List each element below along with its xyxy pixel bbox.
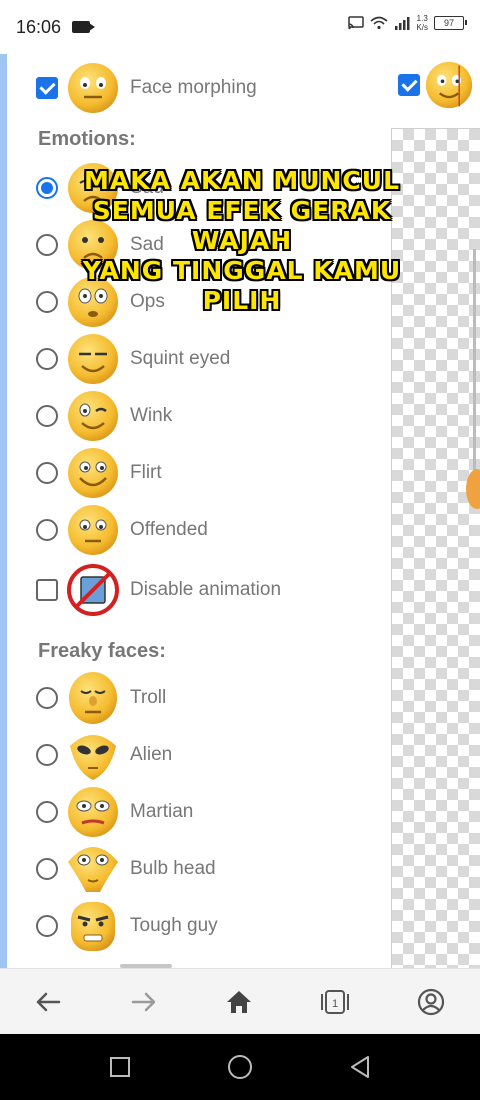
freaky-face-label: Tough guy [130,915,218,936]
emotion-radio[interactable] [36,462,58,484]
freaky-face-radio[interactable] [36,915,58,937]
triangle-back-icon [351,1056,369,1078]
freaky-face-label: Alien [130,744,173,765]
home-button[interactable] [219,982,259,1022]
caption-line: YANG TINGGAL KAMU PILIH [82,256,402,315]
freaky-face-option[interactable]: Alien [36,727,172,783]
emotion-option[interactable]: Squint eyed [36,331,230,387]
emotion-label: Offended [130,519,208,540]
settings-panel: Face morphing Emotions: Sad Sad Ops Squi… [0,54,480,968]
account-icon [417,988,445,1016]
tough-guy-face-icon [71,902,115,951]
squint-eyed-face-icon [68,334,118,384]
emotion-option[interactable]: Offended [36,502,208,558]
emotion-radio[interactable] [36,519,58,541]
status-icons: 1.3 K/s 97 [348,14,467,32]
back-button[interactable] [28,982,68,1022]
circle-icon [228,1055,252,1079]
freaky-face-option[interactable]: Martian [36,784,193,840]
preview-face-edge [466,469,480,509]
status-time: 16:06 [16,17,62,37]
face-morphing-icon [68,63,118,113]
face-morphing-row[interactable]: Face morphing [36,60,257,116]
freaky-face-radio[interactable] [36,858,58,880]
video-caption: MAKA AKAN MUNCUL SEMUA EFEK GERAK WAJAH … [62,166,422,316]
emotion-radio[interactable] [36,234,58,256]
emotions-title: Emotions: [38,128,136,150]
freaky-face-label: Troll [130,687,167,708]
tabs-button[interactable]: 1 [315,982,355,1022]
recents-button[interactable] [102,1049,138,1085]
alien-face-icon [70,735,116,780]
freaky-face-label: Bulb head [130,858,216,879]
arrow-left-icon [36,992,61,1012]
emotion-label: Wink [130,405,173,426]
no-animation-icon [67,564,119,616]
emotion-option[interactable]: Wink [36,388,172,444]
panel-accent-bar [0,54,7,968]
offended-face-icon [68,505,118,555]
square-icon [110,1057,130,1077]
signal-icon [395,17,410,30]
tab-count: 1 [332,998,338,1010]
tabs-icon: 1 [321,990,349,1014]
emotion-radio[interactable] [36,348,58,370]
home-icon [227,991,251,1013]
caption-line: SEMUA EFEK GERAK WAJAH [92,196,392,255]
troll-face-icon [69,672,117,724]
cast-icon [348,16,365,30]
bulb-head-face-icon [68,847,118,892]
status-bar: 16:06 1.3 K/s 97 [0,0,480,54]
preview-face-morph-checkbox[interactable] [398,74,420,96]
wifi-icon [370,16,388,30]
emotion-radio[interactable] [36,291,58,313]
preview-edge [473,249,476,489]
disable-animation-label: Disable animation [130,579,282,600]
face-morphing-label: Face morphing [130,77,257,98]
system-home-button[interactable] [222,1049,258,1085]
system-back-button[interactable] [342,1049,378,1085]
system-nav-bar [0,1034,480,1100]
account-button[interactable] [411,982,451,1022]
preview-toggle-group [398,60,474,110]
freaky-face-option[interactable]: Troll [36,670,166,726]
emotion-radio[interactable] [36,405,58,427]
martian-face-icon [68,787,118,837]
emotion-option[interactable]: Flirt [36,445,162,501]
flirt-face-icon [68,448,118,498]
browser-bottom-bar: 1 [0,968,480,1034]
caption-line: MAKA AKAN MUNCUL [83,166,401,195]
emotion-radio[interactable] [36,177,58,199]
freaky-face-label: Martian [130,801,194,822]
freaky-faces-title: Freaky faces: [38,640,166,662]
morph-face-icon [425,61,473,109]
disable-animation-checkbox[interactable] [36,579,58,601]
emotion-label: Flirt [130,462,162,483]
battery-icon: 97 [434,16,467,30]
face-morphing-checkbox[interactable] [36,77,58,99]
emotion-label: Squint eyed [130,348,231,369]
disable-animation-row[interactable]: Disable animation [36,562,281,618]
freaky-face-radio[interactable] [36,744,58,766]
net-speed-value: 1.3 [416,14,428,23]
freaky-face-radio[interactable] [36,801,58,823]
battery-level: 97 [443,18,454,28]
net-speed-unit: K/s [416,23,428,32]
freaky-face-radio[interactable] [36,687,58,709]
freaky-face-option[interactable]: Bulb head [36,841,216,897]
wink-face-icon [68,391,118,441]
freaky-face-option[interactable]: Tough guy [36,898,218,954]
net-speed: 1.3 K/s [416,14,428,32]
screen-record-icon [72,21,95,33]
forward-button[interactable] [124,982,164,1022]
arrow-right-icon [131,992,156,1012]
